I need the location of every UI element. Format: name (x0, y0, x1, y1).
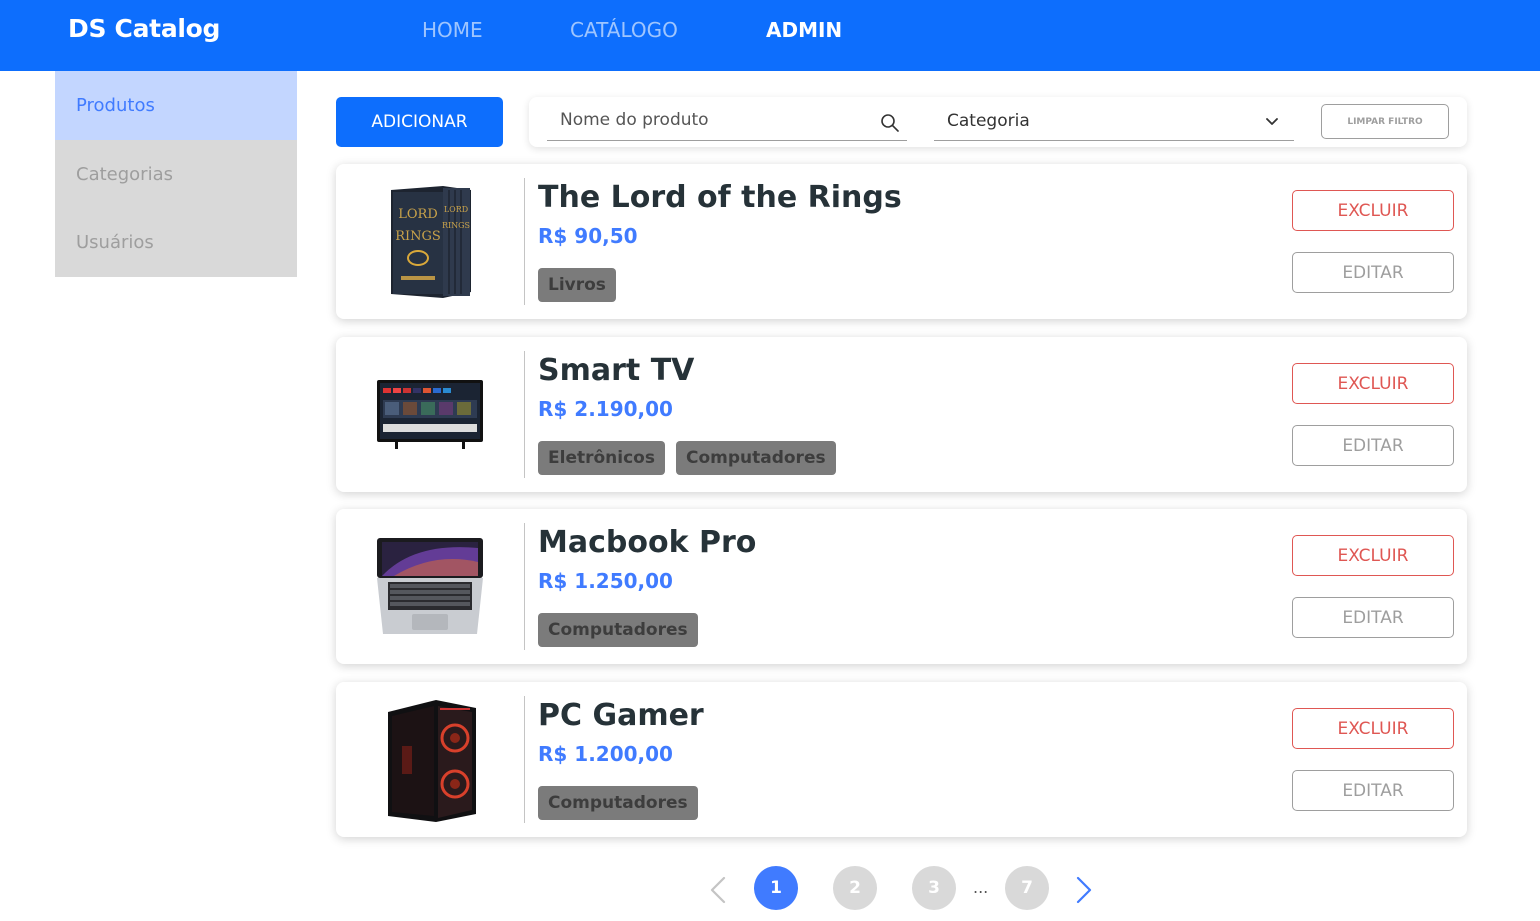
edit-button[interactable]: EDITAR (1292, 252, 1454, 293)
search-icon[interactable] (880, 113, 900, 133)
product-card: PC Gamer R$ 1.200,00 Computadores EXCLUI… (336, 682, 1467, 837)
chevron-left-icon[interactable] (708, 875, 728, 905)
product-price: R$ 90,50 (538, 224, 638, 248)
category-badge: Eletrônicos (538, 441, 665, 475)
category-badges: Eletrônicos Computadores (538, 441, 836, 475)
brand-logo[interactable]: DS Catalog (68, 14, 220, 43)
card-divider (524, 178, 525, 305)
filter-bar: Categoria LIMPAR FILTRO (529, 97, 1467, 147)
nav-link-catalog[interactable]: CATÁLOGO (570, 18, 678, 42)
search-input[interactable] (560, 110, 860, 130)
delete-button[interactable]: EXCLUIR (1292, 708, 1454, 749)
page-button-3[interactable]: 3 (912, 866, 956, 910)
product-name: The Lord of the Rings (538, 180, 902, 215)
edit-button[interactable]: EDITAR (1292, 770, 1454, 811)
sidebar-item-usuarios[interactable]: Usuários (55, 209, 297, 277)
product-card: Smart TV R$ 2.190,00 Eletrônicos Computa… (336, 337, 1467, 492)
nav-link-admin[interactable]: ADMIN (766, 18, 842, 42)
product-price: R$ 1.250,00 (538, 569, 673, 593)
category-badge: Livros (538, 268, 616, 302)
product-price: R$ 2.190,00 (538, 397, 673, 421)
card-divider (524, 523, 525, 650)
pagination: 1 2 3 ... 7 (0, 866, 1540, 912)
edit-button[interactable]: EDITAR (1292, 425, 1454, 466)
product-image (336, 337, 524, 492)
page-button-2[interactable]: 2 (833, 866, 877, 910)
product-image: LORD RINGS LORD RINGS (336, 164, 524, 319)
navbar: DS Catalog HOME CATÁLOGO ADMIN (0, 0, 1540, 71)
delete-button[interactable]: EXCLUIR (1292, 190, 1454, 231)
pc-tower-icon (388, 699, 476, 822)
category-badges: Computadores (538, 613, 698, 647)
book-boxset-icon: LORD RINGS LORD RINGS (391, 185, 471, 298)
category-badge: Computadores (675, 441, 836, 475)
product-price: R$ 1.200,00 (538, 742, 673, 766)
admin-sidebar: Produtos Categorias Usuários (55, 71, 297, 277)
search-field (547, 103, 907, 141)
product-image (336, 682, 524, 837)
card-divider (524, 351, 525, 478)
svg-text:LORD: LORD (444, 205, 468, 214)
chevron-right-icon[interactable] (1074, 875, 1094, 905)
page-button-1[interactable]: 1 (754, 866, 798, 910)
category-badge: Computadores (538, 786, 698, 820)
svg-text:RINGS: RINGS (442, 221, 470, 230)
add-product-button[interactable]: ADICIONAR (336, 97, 503, 147)
product-card: LORD RINGS LORD RINGS The Lord of the Ri… (336, 164, 1467, 319)
product-name: Macbook Pro (538, 525, 757, 560)
delete-button[interactable]: EXCLUIR (1292, 535, 1454, 576)
pagination-ellipsis: ... (973, 878, 989, 897)
product-name: PC Gamer (538, 698, 704, 733)
page-button-7[interactable]: 7 (1005, 866, 1049, 910)
category-badges: Computadores (538, 786, 698, 820)
sidebar-item-produtos[interactable]: Produtos (55, 71, 297, 140)
svg-text:LORD: LORD (398, 207, 438, 222)
card-divider (524, 696, 525, 823)
edit-button[interactable]: EDITAR (1292, 597, 1454, 638)
laptop-icon (377, 537, 483, 634)
sidebar-item-categorias[interactable]: Categorias (55, 140, 297, 209)
tv-icon (377, 379, 483, 449)
product-image (336, 509, 524, 664)
category-select[interactable]: Categoria (934, 103, 1294, 141)
product-name: Smart TV (538, 353, 695, 388)
category-badge: Computadores (538, 613, 698, 647)
nav-link-home[interactable]: HOME (422, 18, 483, 42)
svg-text:RINGS: RINGS (395, 229, 441, 244)
category-badges: Livros (538, 268, 616, 302)
delete-button[interactable]: EXCLUIR (1292, 363, 1454, 404)
product-card: Macbook Pro R$ 1.250,00 Computadores EXC… (336, 509, 1467, 664)
clear-filter-button[interactable]: LIMPAR FILTRO (1321, 104, 1449, 139)
chevron-down-icon (1266, 118, 1278, 125)
category-select-value: Categoria (947, 111, 1030, 131)
